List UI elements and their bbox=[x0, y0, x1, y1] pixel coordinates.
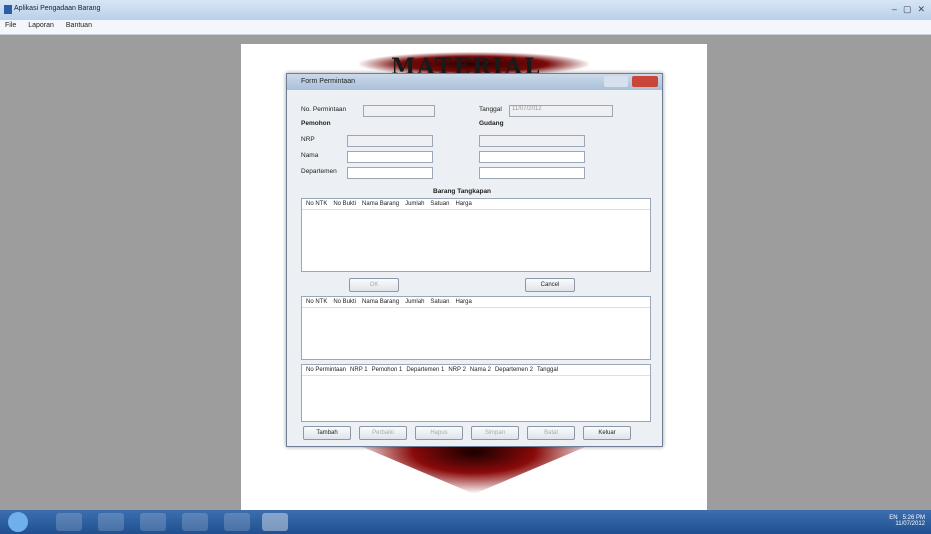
nama-label: Nama bbox=[301, 152, 319, 159]
col-tanggal[interactable]: Tanggal bbox=[537, 367, 558, 373]
ok-button[interactable]: OK bbox=[349, 278, 399, 292]
dialog-minimize-button[interactable] bbox=[604, 76, 628, 87]
col-no-bukti[interactable]: No Bukti bbox=[333, 201, 356, 207]
col-no-ntk[interactable]: No NTK bbox=[306, 201, 327, 207]
taskbar: EN 5:26 PM 11/07/2012 bbox=[0, 510, 931, 534]
tanggal-label: Tanggal bbox=[479, 106, 502, 113]
media-player-icon[interactable] bbox=[140, 513, 166, 531]
col-jumlah[interactable]: Jumlah bbox=[405, 299, 424, 305]
start-button[interactable] bbox=[8, 512, 28, 532]
app-icon bbox=[4, 5, 12, 14]
barang-grid[interactable]: No NTK No Bukti Nama Barang Jumlah Satua… bbox=[301, 198, 651, 272]
active-app-icon[interactable] bbox=[262, 513, 288, 531]
minimize-button[interactable]: – bbox=[892, 4, 897, 15]
app-titlebar: Aplikasi Pengadaan Barang – ▢ ✕ bbox=[0, 0, 931, 20]
decor-banner-bottom bbox=[351, 442, 597, 494]
gudang-departemen-input[interactable] bbox=[479, 167, 585, 179]
gudang-nama-input[interactable] bbox=[479, 151, 585, 163]
permintaan-grid[interactable]: No Permintaan NRP 1 Pemohon 1 Departemen… bbox=[301, 364, 651, 422]
menu-laporan[interactable]: Laporan bbox=[23, 20, 59, 31]
barang-grid-header: No NTK No Bukti Nama Barang Jumlah Satua… bbox=[302, 199, 650, 210]
col-jumlah[interactable]: Jumlah bbox=[405, 201, 424, 207]
user-app-icon[interactable] bbox=[224, 513, 250, 531]
col-nrp-1[interactable]: NRP 1 bbox=[350, 367, 368, 373]
col-pemohon-1[interactable]: Pemohon 1 bbox=[372, 367, 403, 373]
departemen-label: Departemen bbox=[301, 168, 337, 175]
menu-bantuan[interactable]: Bantuan bbox=[61, 20, 97, 31]
tanggal-picker[interactable]: 11/07/2012 bbox=[509, 105, 613, 117]
col-departemen-2[interactable]: Departemen 2 bbox=[495, 367, 533, 373]
menu-bar: File Laporan Bantuan bbox=[0, 20, 931, 35]
keluar-button[interactable]: Keluar bbox=[583, 426, 631, 440]
nrp-label: NRP bbox=[301, 136, 315, 143]
pemohon-departemen-input[interactable] bbox=[347, 167, 433, 179]
app-icon-taskbar[interactable] bbox=[182, 513, 208, 531]
pemohon-nrp-select[interactable] bbox=[347, 135, 433, 147]
dialog-title: Form Permintaan bbox=[301, 78, 356, 85]
explorer-icon[interactable] bbox=[98, 513, 124, 531]
col-harga[interactable]: Harga bbox=[455, 201, 471, 207]
detail-grid[interactable]: No NTK No Bukti Nama Barang Jumlah Satua… bbox=[301, 296, 651, 360]
simpan-button[interactable]: Simpan bbox=[471, 426, 519, 440]
no-permintaan-input[interactable] bbox=[363, 105, 435, 117]
col-harga[interactable]: Harga bbox=[455, 299, 471, 305]
detail-grid-header: No NTK No Bukti Nama Barang Jumlah Satua… bbox=[302, 297, 650, 308]
col-nama-barang[interactable]: Nama Barang bbox=[362, 201, 399, 207]
col-satuan[interactable]: Satuan bbox=[430, 299, 449, 305]
hapus-button[interactable]: Hapus bbox=[415, 426, 463, 440]
col-nama-barang[interactable]: Nama Barang bbox=[362, 299, 399, 305]
form-permintaan-dialog: Form Permintaan No. Permintaan Tanggal 1… bbox=[286, 73, 663, 447]
maximize-button[interactable]: ▢ bbox=[903, 4, 912, 15]
tambah-button[interactable]: Tambah bbox=[303, 426, 351, 440]
menu-file[interactable]: File bbox=[0, 20, 21, 31]
col-no-permintaan[interactable]: No Permintaan bbox=[306, 367, 346, 373]
gudang-label: Gudang bbox=[479, 120, 504, 127]
cancel-button[interactable]: Cancel bbox=[525, 278, 575, 292]
pemohon-nama-input[interactable] bbox=[347, 151, 433, 163]
col-departemen-1[interactable]: Departemen 1 bbox=[406, 367, 444, 373]
col-no-bukti[interactable]: No Bukti bbox=[333, 299, 356, 305]
permintaan-grid-header: No Permintaan NRP 1 Pemohon 1 Departemen… bbox=[302, 365, 650, 376]
dialog-close-button[interactable] bbox=[632, 76, 658, 87]
section-title: Barang Tangkapan bbox=[433, 188, 492, 195]
perbaiki-button[interactable]: Perbaiki bbox=[359, 426, 407, 440]
system-tray: EN 5:26 PM 11/07/2012 bbox=[889, 515, 925, 527]
gudang-nrp-select[interactable] bbox=[479, 135, 585, 147]
col-satuan[interactable]: Satuan bbox=[430, 201, 449, 207]
col-no-ntk[interactable]: No NTK bbox=[306, 299, 327, 305]
col-nrp-2[interactable]: NRP 2 bbox=[448, 367, 466, 373]
no-permintaan-label: No. Permintaan bbox=[301, 106, 347, 113]
clock-date[interactable]: 11/07/2012 bbox=[895, 521, 925, 527]
app-title: Aplikasi Pengadaan Barang bbox=[14, 5, 101, 12]
col-nama-2[interactable]: Nama 2 bbox=[470, 367, 491, 373]
batal-button[interactable]: Batal bbox=[527, 426, 575, 440]
close-button[interactable]: ✕ bbox=[917, 4, 925, 15]
ie-icon[interactable] bbox=[56, 513, 82, 531]
dialog-titlebar: Form Permintaan bbox=[287, 74, 662, 90]
pemohon-label: Pemohon bbox=[301, 120, 331, 127]
